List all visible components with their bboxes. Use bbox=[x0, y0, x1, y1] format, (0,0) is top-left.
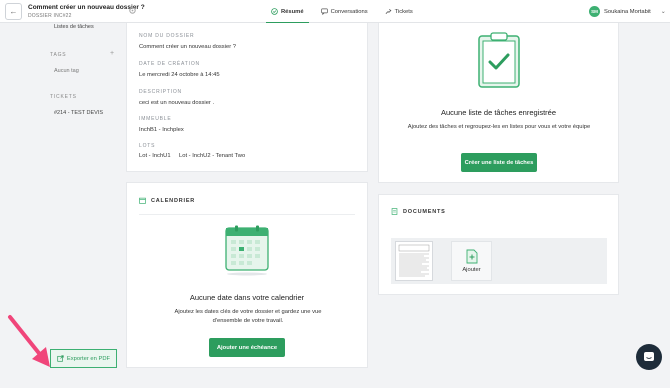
tab-label: Tickets bbox=[394, 8, 413, 15]
tickets-heading: TICKETS bbox=[50, 94, 77, 100]
calendar-small-icon bbox=[139, 197, 146, 204]
annotation-arrow-icon bbox=[8, 315, 50, 367]
name-label: NOM DU DOSSIER bbox=[139, 33, 195, 39]
tasks-empty-description: Ajoutez des tâches et regroupez-les en l… bbox=[407, 124, 591, 130]
top-bar: ← Comment créer un nouveau dossier ? DOS… bbox=[0, 0, 670, 24]
document-thumbnail[interactable] bbox=[395, 241, 433, 281]
document-preview-icon bbox=[398, 244, 430, 277]
support-chat-button[interactable] bbox=[636, 344, 662, 370]
description-value: ceci est un nouveau dossier . bbox=[139, 100, 215, 106]
ticket-icon bbox=[385, 9, 392, 14]
create-task-list-button[interactable]: Créer une liste de tâches bbox=[461, 153, 537, 172]
building-value: InchB1 - Inchplex bbox=[139, 127, 184, 133]
add-document-label: Ajouter bbox=[462, 267, 481, 273]
add-document-button[interactable]: Ajouter bbox=[451, 241, 492, 281]
tab-resume[interactable]: Résumé bbox=[266, 0, 309, 24]
avatar: SM bbox=[589, 6, 600, 17]
clipboard-icon bbox=[478, 32, 520, 88]
export-label: Exporter en PDF bbox=[66, 355, 111, 362]
sidebar-item-task-lists[interactable]: Listes de tâches bbox=[54, 24, 94, 30]
summary-icon bbox=[271, 8, 278, 15]
date-label: DATE DE CRÉATION bbox=[139, 61, 200, 67]
calendar-heading-label: CALENDRIER bbox=[151, 197, 196, 204]
export-icon bbox=[57, 355, 64, 362]
back-arrow-icon: ← bbox=[9, 7, 18, 16]
back-button[interactable]: ← bbox=[5, 3, 22, 20]
divider bbox=[139, 214, 355, 215]
chat-icon bbox=[320, 8, 328, 15]
description-label: DESCRIPTION bbox=[139, 89, 182, 95]
lots-label: LOTS bbox=[139, 143, 156, 149]
add-deadline-button[interactable]: Ajouter une échéance bbox=[209, 338, 285, 357]
sidebar-item-ticket[interactable]: #214 - TEST DEVIS bbox=[54, 110, 103, 116]
calendar-illustration-icon bbox=[225, 225, 269, 276]
tags-empty-text: Aucun tag bbox=[54, 68, 79, 74]
chat-bubble-icon bbox=[644, 352, 654, 361]
building-label: IMMEUBLE bbox=[139, 116, 172, 122]
documents-heading-label: DOCUMENTS bbox=[403, 208, 446, 215]
tab-label: Conversations bbox=[330, 8, 368, 15]
tab-tickets[interactable]: Tickets bbox=[380, 0, 418, 23]
calendar-card: CALENDRIER Aucune date dans votre calend… bbox=[126, 182, 368, 368]
document-small-icon bbox=[391, 208, 398, 215]
sidebar: Listes de tâches TAGS + Aucun tag TICKET… bbox=[0, 23, 122, 388]
documents-heading: DOCUMENTS bbox=[391, 208, 446, 215]
add-file-icon bbox=[466, 249, 477, 264]
tab-label: Résumé bbox=[281, 8, 304, 15]
export-pdf-button[interactable]: Exporter en PDF bbox=[50, 349, 117, 368]
add-tag-icon[interactable]: + bbox=[110, 50, 114, 57]
tags-heading: TAGS bbox=[50, 52, 67, 58]
user-menu[interactable]: SM Soukaina Mortabit ⌄ bbox=[589, 6, 666, 17]
date-value: Le mercredi 24 octobre à 14:45 bbox=[139, 72, 220, 78]
task-lists-card: Aucune liste de tâches enregistrée Ajout… bbox=[378, 23, 619, 183]
gear-icon[interactable] bbox=[128, 6, 137, 15]
documents-card: DOCUMENTS Ajouter bbox=[378, 194, 619, 295]
user-name: Soukaina Mortabit bbox=[604, 8, 651, 15]
documents-list: Ajouter bbox=[391, 238, 607, 284]
tasks-empty-title: Aucune liste de tâches enregistrée bbox=[440, 108, 557, 117]
dossier-details-card: NOM DU DOSSIER Comment créer un nouveau … bbox=[126, 23, 368, 172]
tab-bar: Résumé Conversations Tickets bbox=[266, 0, 425, 24]
lot-item: Lot - InchU1 bbox=[139, 153, 171, 159]
lot-item: Lot - InchU2 - Tenant Two bbox=[179, 153, 246, 159]
calendar-heading: CALENDRIER bbox=[139, 197, 195, 204]
tab-conversations[interactable]: Conversations bbox=[316, 0, 373, 23]
name-value: Comment créer un nouveau dossier ? bbox=[139, 44, 236, 50]
calendar-empty-title: Aucune date dans votre calendrier bbox=[189, 293, 305, 302]
calendar-empty-description: Ajoutez les dates clés de votre dossier … bbox=[174, 309, 322, 324]
chevron-down-icon: ⌄ bbox=[660, 9, 666, 15]
